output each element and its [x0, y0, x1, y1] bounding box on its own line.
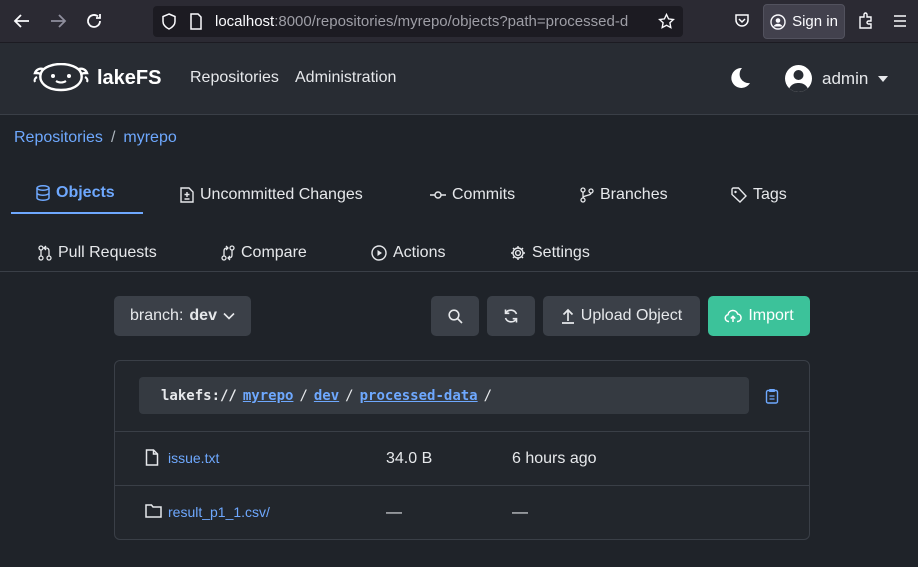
cloud-upload-icon: [724, 309, 743, 323]
path-separator: /: [345, 387, 354, 404]
tab-settings[interactable]: Settings: [510, 244, 590, 262]
back-icon[interactable]: [4, 0, 40, 43]
pull-request-icon: [38, 245, 52, 261]
object-size: —: [386, 504, 402, 521]
tab-uncommitted-changes[interactable]: Uncommitted Changes: [180, 186, 363, 204]
tabs-divider: [0, 271, 918, 272]
path-header: lakefs:// myrepo / dev / processed-data …: [115, 361, 809, 432]
tab-settings-label: Settings: [532, 244, 590, 261]
sign-in-button[interactable]: Sign in: [763, 4, 845, 39]
tab-pull-requests-label: Pull Requests: [58, 244, 157, 261]
tab-commits-label: Commits: [452, 186, 516, 203]
dark-mode-toggle-icon[interactable]: [726, 65, 752, 91]
upload-icon: [561, 308, 574, 324]
pocket-icon[interactable]: [734, 12, 750, 28]
database-icon: [36, 185, 50, 201]
branch-name: dev: [189, 307, 217, 324]
chevron-down-icon: [223, 312, 235, 320]
breadcrumb-separator: /: [110, 129, 116, 146]
tab-tags-label: Tags: [753, 186, 787, 203]
play-icon: [371, 245, 387, 261]
branch-selector-button[interactable]: branch: dev: [114, 296, 251, 336]
object-name-link[interactable]: issue.txt: [168, 450, 219, 466]
object-size: 34.0 B: [386, 450, 433, 467]
path-separator: /: [483, 387, 493, 404]
gear-icon: [511, 246, 525, 260]
menu-icon[interactable]: [893, 14, 907, 28]
page-icon[interactable]: [189, 13, 203, 30]
folder-icon: [145, 503, 162, 518]
logo-text: lakeFS: [97, 66, 162, 89]
object-path: lakefs:// myrepo / dev / processed-data …: [139, 377, 749, 414]
active-tab-underline: [11, 212, 143, 214]
tab-branches-label: Branches: [600, 186, 668, 203]
import-label: Import: [748, 307, 794, 324]
object-modified: —: [512, 504, 528, 521]
lakefs-logo[interactable]: lakeFS: [33, 63, 161, 93]
path-branch-link[interactable]: dev: [314, 388, 339, 404]
breadcrumb-repositories[interactable]: Repositories: [14, 129, 103, 147]
tab-compare-label: Compare: [241, 244, 307, 261]
search-button[interactable]: [431, 296, 479, 336]
upload-object-button[interactable]: Upload Object: [543, 296, 700, 336]
branch-prefix: branch:: [130, 307, 184, 324]
nav-repositories[interactable]: Repositories: [190, 69, 279, 87]
path-prefix: lakefs://: [161, 387, 237, 404]
object-modified: 6 hours ago: [512, 450, 597, 467]
refresh-button[interactable]: [487, 296, 535, 336]
shield-icon[interactable]: [161, 13, 177, 30]
tab-objects-label: Objects: [56, 184, 115, 201]
reload-icon[interactable]: [76, 0, 112, 43]
path-repo-link[interactable]: myrepo: [243, 388, 294, 404]
url-bar[interactable]: localhost:8000/repositories/myrepo/objec…: [153, 6, 683, 37]
sign-in-label: Sign in: [792, 13, 838, 30]
object-listing: lakefs:// myrepo / dev / processed-data …: [114, 360, 810, 540]
tab-branches[interactable]: Branches: [580, 186, 668, 204]
account-icon: [770, 13, 786, 30]
axolotl-logo-icon: [33, 63, 89, 92]
path-folder-link[interactable]: processed-data: [360, 388, 478, 404]
branch-icon: [580, 187, 594, 203]
upload-label: Upload Object: [580, 307, 683, 324]
tab-commits[interactable]: Commits: [430, 186, 515, 204]
forward-icon[interactable]: [40, 0, 76, 43]
tab-pull-requests[interactable]: Pull Requests: [38, 244, 157, 262]
tab-actions[interactable]: Actions: [371, 244, 445, 262]
bookmark-star-icon[interactable]: [658, 13, 675, 30]
browser-toolbar: localhost:8000/repositories/myrepo/objec…: [0, 0, 918, 43]
search-icon: [447, 308, 463, 324]
path-separator: /: [299, 387, 308, 404]
tab-uncommitted-changes-label: Uncommitted Changes: [200, 186, 363, 203]
breadcrumb-repo[interactable]: myrepo: [123, 129, 176, 147]
file-icon: [145, 449, 159, 466]
caret-down-icon: [878, 75, 889, 82]
commit-icon: [430, 191, 446, 199]
diff-icon: [180, 187, 194, 203]
breadcrumb: Repositories / myrepo: [14, 129, 177, 147]
user-menu[interactable]: admin: [785, 65, 889, 92]
object-name-link[interactable]: result_p1_1.csv/: [168, 504, 270, 520]
tab-objects[interactable]: Objects: [36, 184, 115, 202]
tab-tags[interactable]: Tags: [731, 186, 787, 204]
user-name: admin: [822, 68, 869, 88]
table-row[interactable]: result_p1_1.csv/ — —: [115, 486, 809, 539]
tab-actions-label: Actions: [393, 244, 446, 261]
tag-icon: [731, 187, 747, 203]
table-row[interactable]: issue.txt 34.0 B 6 hours ago: [115, 432, 809, 486]
tab-compare[interactable]: Compare: [221, 244, 307, 262]
import-button[interactable]: Import: [708, 296, 810, 336]
app-navbar: lakeFS Repositories Administration admin: [0, 43, 918, 115]
clipboard-icon[interactable]: [765, 388, 779, 404]
avatar-icon: [785, 65, 812, 92]
refresh-icon: [504, 309, 518, 323]
compare-icon: [221, 245, 235, 261]
extensions-icon[interactable]: [858, 12, 874, 29]
url-text: localhost:8000/repositories/myrepo/objec…: [215, 13, 629, 30]
nav-administration[interactable]: Administration: [295, 69, 396, 87]
